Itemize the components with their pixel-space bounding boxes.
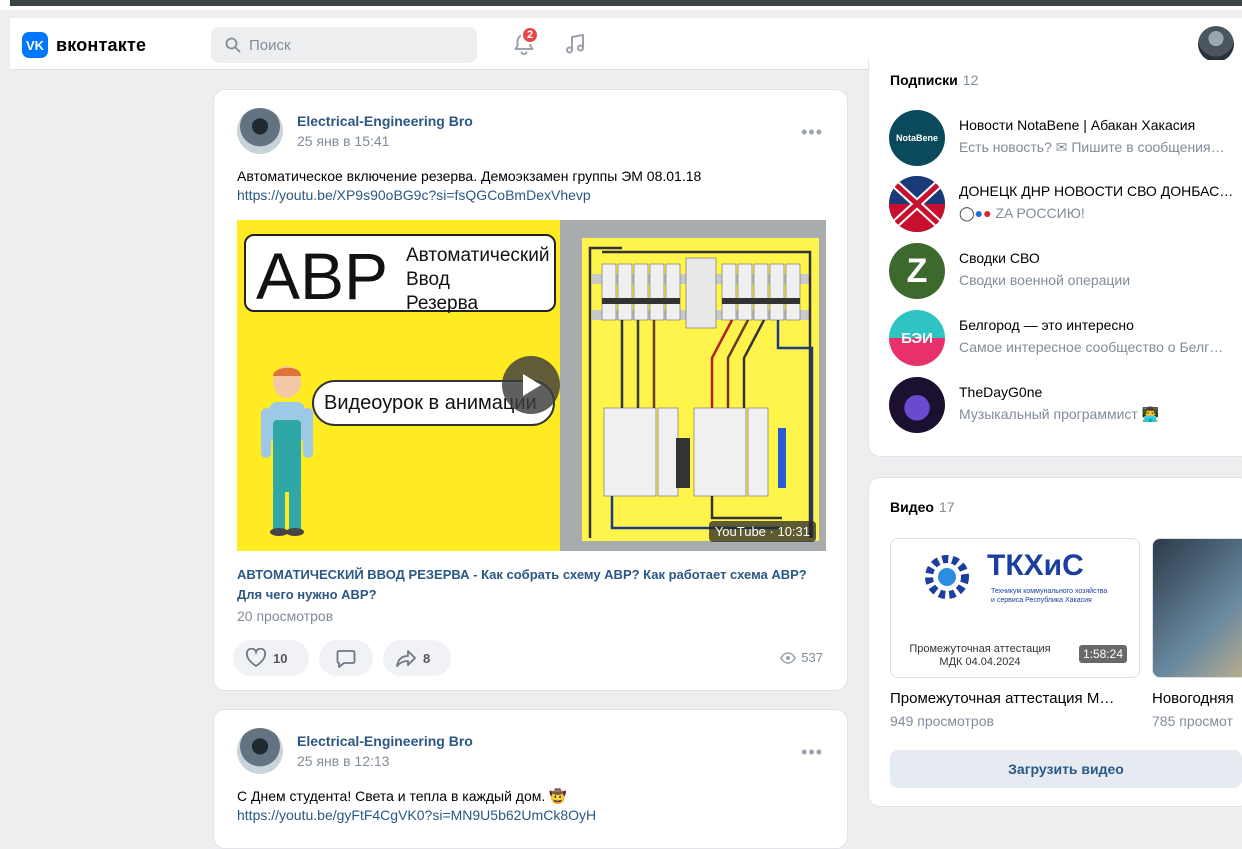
- abr-caption: Автоматический Ввод Резерва: [406, 245, 550, 314]
- videos-count: 17: [938, 499, 955, 515]
- like-count: 10: [273, 650, 288, 666]
- comment-icon: [336, 650, 356, 668]
- search-input[interactable]: Поиск: [211, 27, 477, 63]
- upload-video-button[interactable]: Загрузить видео: [890, 750, 1242, 788]
- share-button[interactable]: 8: [383, 640, 451, 676]
- vk-logo[interactable]: VK вконтакте: [22, 32, 146, 58]
- vk-logo-icon: VK: [22, 32, 48, 58]
- abr-title-box: АВР Автоматический Ввод Резерва: [244, 234, 556, 314]
- community-name: Сводки СВО: [959, 250, 1040, 266]
- author-name[interactable]: Electrical-Engineering Bro: [297, 113, 473, 129]
- video-duration-badge: YouTube · 10:31: [708, 521, 816, 542]
- video-thumbnail[interactable]: ТКХиС Техникум коммунального хозяйства и…: [890, 538, 1140, 678]
- abr-title: АВР: [256, 239, 389, 313]
- search-placeholder: Поиск: [249, 36, 291, 54]
- community-name: TheDayG0ne: [959, 384, 1043, 400]
- video-player[interactable]: АВР Автоматический Ввод Резерва Видеоуро…: [237, 220, 826, 551]
- community-name: ДОНЕЦК ДНР НОВОСТИ СВО ДОНБАС…: [959, 183, 1234, 199]
- video-views: 20 просмотров: [237, 608, 334, 624]
- vk-logo-text: вконтакте: [56, 34, 147, 55]
- wall-post: Electrical-Engineering Bro 25 янв в 12:1…: [213, 709, 848, 849]
- community-name: Белгород — это интересно: [959, 317, 1134, 333]
- top-stripe: [0, 0, 1242, 10]
- video-name[interactable]: Новогодняя: [1152, 690, 1242, 707]
- subscriptions-header[interactable]: Подписки 12: [890, 72, 978, 88]
- post-text: Автоматическое включение резерва. Демоэк…: [237, 168, 702, 184]
- gear-logo-icon: [925, 555, 969, 599]
- user-avatar[interactable]: [1198, 26, 1234, 62]
- search-icon: [225, 37, 241, 53]
- author-avatar[interactable]: [237, 108, 283, 154]
- like-button[interactable]: 10: [233, 640, 309, 676]
- videos-block: Видео 17 ТКХиС Техникум коммунального хоз…: [868, 477, 1242, 807]
- community-desc: Сводки военной операции: [959, 272, 1131, 288]
- play-button-icon[interactable]: [502, 356, 560, 414]
- comment-button[interactable]: [319, 640, 373, 676]
- post-date[interactable]: 25 янв в 12:13: [297, 753, 389, 769]
- videos-title: Видео: [890, 499, 934, 515]
- post-text: С Днем студента! Света и тепла в каждый …: [237, 788, 567, 804]
- more-icon[interactable]: •••: [801, 742, 823, 763]
- thumb-caption: Промежуточная аттестация МДК 04.04.2024: [909, 643, 1051, 668]
- more-icon[interactable]: •••: [801, 122, 823, 143]
- community-avatar: БЭИ: [889, 310, 945, 366]
- wall-post: Electrical-Engineering Bro 25 янв в 15:4…: [213, 89, 848, 691]
- video-views: 785 просмот: [1152, 713, 1233, 729]
- notifications-badge: 2: [521, 26, 539, 44]
- community-avatar: NotaBene: [889, 110, 945, 166]
- post-link[interactable]: https://youtu.be/XP9s90oBG9c?si=fsQGCoBm…: [237, 187, 591, 203]
- community-name: Новости NotaBene | Абакан Хакасия: [959, 117, 1196, 133]
- subscription-item[interactable]: NotaBene Новости NotaBene | Абакан Хакас…: [889, 110, 1242, 170]
- post-views-count: 537: [801, 650, 823, 665]
- community-avatar: [889, 176, 945, 232]
- author-avatar[interactable]: [237, 728, 283, 774]
- video-name[interactable]: Промежуточная аттестация М…: [890, 690, 1140, 707]
- subscriptions-title: Подписки: [890, 72, 958, 88]
- post-date[interactable]: 25 янв в 15:41: [297, 133, 389, 149]
- heart-icon: [245, 648, 267, 668]
- thumb-brand: ТКХиС: [987, 549, 1084, 582]
- eye-icon: [780, 651, 797, 664]
- subscription-item[interactable]: ДОНЕЦК ДНР НОВОСТИ СВО ДОНБАС… ◯●● ZA РО…: [889, 176, 1242, 236]
- videos-header[interactable]: Видео 17: [890, 499, 955, 515]
- author-name[interactable]: Electrical-Engineering Bro: [297, 733, 473, 749]
- community-desc: Есть новость? ✉ Пишите в сообщения…: [959, 139, 1225, 155]
- video-thumbnail[interactable]: [1152, 538, 1242, 678]
- subscription-item[interactable]: TheDayG0ne Музыкальный программист 👨‍💻: [889, 377, 1242, 437]
- video-thumbnail-right: [560, 220, 826, 551]
- share-icon: [396, 650, 416, 667]
- flag-icon: [889, 176, 945, 232]
- post-views: 537: [780, 650, 823, 665]
- community-avatar: Z: [889, 243, 945, 299]
- video-title[interactable]: АВТОМАТИЧЕСКИЙ ВВОД РЕЗЕРВА - Как собрат…: [237, 565, 822, 605]
- community-avatar: [889, 377, 945, 433]
- share-count: 8: [423, 650, 431, 666]
- video-views: 949 просмотров: [890, 713, 994, 729]
- community-desc: Музыкальный программист 👨‍💻: [959, 406, 1160, 422]
- circles-icon: ◯●●: [959, 205, 992, 221]
- electrical-panel: [582, 238, 819, 541]
- subscriptions-count: 12: [962, 72, 979, 88]
- subscriptions-block: Подписки 12 NotaBene Новости NotaBene | А…: [868, 60, 1242, 457]
- subscription-item[interactable]: БЭИ Белгород — это интересно Самое интер…: [889, 310, 1242, 370]
- subscription-item[interactable]: Z Сводки СВО Сводки военной операции: [889, 243, 1242, 303]
- community-desc: Самое интересное сообщество о Белг…: [959, 339, 1224, 355]
- video-duration: 1:58:24: [1078, 645, 1127, 663]
- community-desc: ◯●● ZA РОССИЮ!: [959, 205, 1085, 221]
- cartoon-worker: [261, 366, 313, 536]
- music-icon[interactable]: [563, 32, 587, 56]
- thumb-sub: Техникум коммунального хозяйства и серви…: [991, 588, 1108, 604]
